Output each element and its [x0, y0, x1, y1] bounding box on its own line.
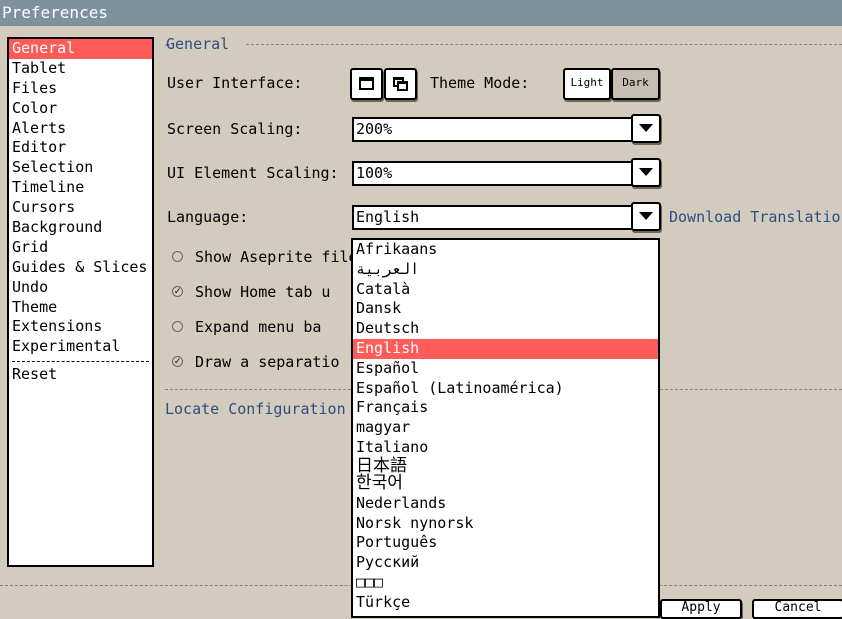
sidebar-item-reset[interactable]: Reset [9, 365, 152, 385]
language-select[interactable]: English [352, 205, 633, 230]
sidebar-item-cursors[interactable]: Cursors [9, 198, 152, 218]
expand-menu-bar-checkbox[interactable] [172, 321, 183, 332]
draw-separator-label: Draw a separatio [195, 353, 340, 371]
sidebar-item-theme[interactable]: Theme [9, 298, 152, 318]
ui-scaling-dropdown-button[interactable] [631, 158, 661, 187]
sidebar-item-tablet[interactable]: Tablet [9, 59, 152, 79]
show-aseprite-file-label: Show Aseprite file [195, 248, 358, 266]
show-home-tab-checkbox[interactable]: ✓ [172, 286, 183, 297]
sidebar-divider [12, 361, 149, 363]
sidebar: General Tablet Files Color Alerts Editor Selec… [7, 37, 154, 567]
show-home-tab-label: Show Home tab u [195, 283, 331, 301]
screen-scaling-dropdown-button[interactable] [631, 114, 661, 143]
section-title-general: General [166, 35, 230, 53]
window-icon [359, 77, 374, 90]
ui-single-window-button[interactable] [350, 68, 383, 100]
ui-scaling-label: UI Element Scaling: [167, 164, 339, 182]
sidebar-item-background[interactable]: Background [9, 218, 152, 238]
screen-scaling-select[interactable]: 200% [352, 117, 633, 142]
language-dropdown-list[interactable]: Afrikaans العربية Català Dansk Deutsch Englis… [351, 238, 660, 618]
ui-scaling-select[interactable]: 100% [352, 161, 633, 186]
language-option[interactable]: Norsk nynorsk [353, 514, 658, 534]
sidebar-item-selection[interactable]: Selection [9, 158, 152, 178]
draw-separator-checkbox[interactable]: ✓ [172, 356, 183, 367]
language-option[interactable]: Русский [353, 553, 658, 573]
sidebar-item-color[interactable]: Color [9, 99, 152, 119]
ui-multiple-windows-button[interactable] [384, 68, 417, 100]
cancel-button[interactable]: Cancel [752, 599, 842, 619]
language-option[interactable]: Nederlands [353, 494, 658, 514]
sidebar-item-extensions[interactable]: Extensions [9, 317, 152, 337]
language-option[interactable]: English [353, 338, 658, 359]
theme-mode-label: Theme Mode: [430, 74, 530, 92]
section-divider [246, 44, 842, 45]
language-option[interactable]: العربية [353, 260, 658, 280]
locate-configuration-link[interactable]: Locate Configuration [165, 400, 346, 418]
apply-button[interactable]: Apply [660, 599, 742, 619]
language-option[interactable]: magyar [353, 418, 658, 438]
sidebar-item-experimental[interactable]: Experimental [9, 337, 152, 357]
sidebar-item-alerts[interactable]: Alerts [9, 119, 152, 139]
language-option[interactable]: Dansk [353, 299, 658, 319]
language-label: Language: [167, 208, 249, 226]
sidebar-item-guides-slices[interactable]: Guides & Slices [9, 258, 152, 278]
show-aseprite-file-checkbox[interactable] [172, 251, 183, 262]
theme-light-button[interactable]: Light [563, 68, 611, 100]
sidebar-item-undo[interactable]: Undo [9, 278, 152, 298]
user-interface-label: User Interface: [167, 74, 303, 92]
screen-scaling-label: Screen Scaling: [167, 120, 303, 138]
sidebar-item-editor[interactable]: Editor [9, 138, 152, 158]
language-option[interactable]: Español [353, 359, 658, 379]
expand-menu-bar-label: Expand menu ba [195, 318, 322, 336]
language-option[interactable]: □□□ [353, 573, 658, 593]
window-title: Preferences [0, 0, 842, 26]
sidebar-item-general[interactable]: General [9, 39, 152, 59]
multi-window-icon [393, 77, 408, 91]
checkmark-icon: ✓ [174, 356, 181, 367]
sidebar-item-grid[interactable]: Grid [9, 238, 152, 258]
language-dropdown-button[interactable] [631, 202, 661, 231]
language-option[interactable]: Català [353, 280, 658, 300]
language-option[interactable]: Italiano [353, 438, 658, 458]
language-option[interactable]: Français [353, 398, 658, 418]
language-option[interactable]: Afrikaans [353, 240, 658, 260]
sidebar-item-files[interactable]: Files [9, 79, 152, 99]
language-option[interactable]: 日本語 한국어 [353, 457, 658, 494]
language-option[interactable]: Deutsch [353, 319, 658, 339]
checkmark-icon: ✓ [174, 286, 181, 297]
sidebar-item-timeline[interactable]: Timeline [9, 178, 152, 198]
options-divider [165, 389, 351, 390]
theme-dark-button[interactable]: Dark [611, 68, 660, 100]
language-option[interactable]: Português [353, 533, 658, 553]
language-option[interactable]: Español (Latinoamérica) [353, 379, 658, 399]
download-translations-link[interactable]: Download Translatio [669, 208, 841, 226]
